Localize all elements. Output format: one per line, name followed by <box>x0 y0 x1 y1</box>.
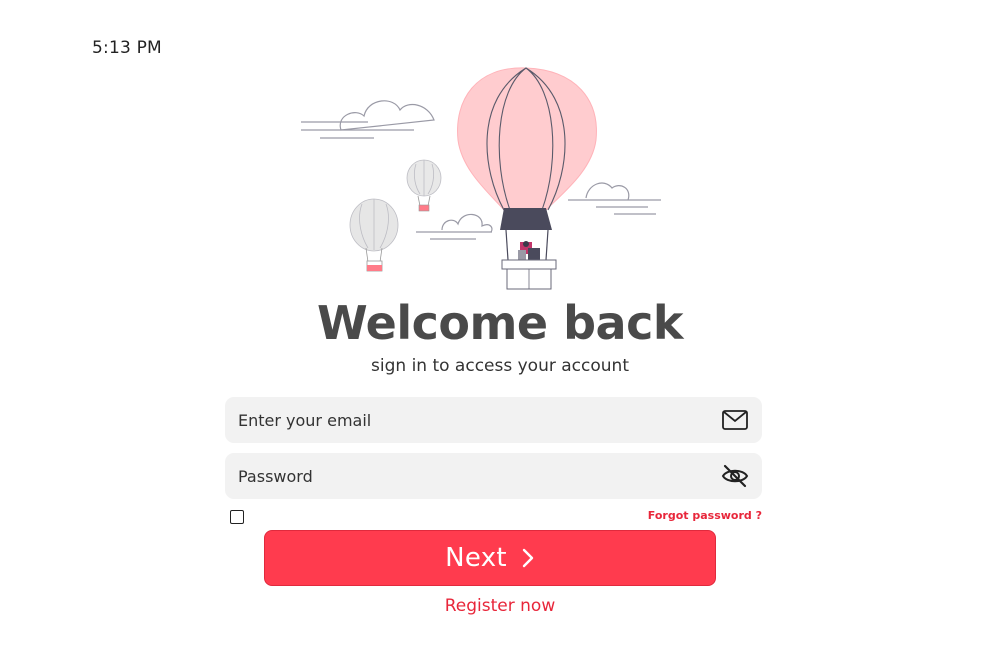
grey-balloon-left-icon <box>349 198 399 272</box>
page-subtitle: sign in to access your account <box>371 356 629 376</box>
eye-off-icon[interactable] <box>721 463 749 489</box>
hot-air-balloon-illustration <box>301 67 661 290</box>
page-title: Welcome back <box>317 296 683 350</box>
register-link-container: Register now <box>0 596 1000 616</box>
remember-checkbox[interactable] <box>230 510 244 524</box>
cloud-right-icon <box>568 182 661 215</box>
login-screen: 5:13 PM Welcome back sign in to access y… <box>0 0 1000 667</box>
cloud-small-icon <box>416 213 493 240</box>
password-input[interactable] <box>238 453 708 499</box>
forgot-password-link[interactable]: Forgot password ? <box>648 509 762 522</box>
email-field-container <box>225 397 762 443</box>
next-button[interactable]: Next <box>264 530 716 586</box>
next-button-label: Next <box>445 543 507 573</box>
main-balloon-icon <box>457 67 597 290</box>
password-field-container <box>225 453 762 499</box>
grey-balloon-small-icon <box>406 159 442 212</box>
cloud-left-icon <box>301 100 435 139</box>
status-bar-time: 5:13 PM <box>92 38 162 58</box>
email-input[interactable] <box>238 397 708 443</box>
mail-icon <box>721 407 749 433</box>
register-now-link[interactable]: Register now <box>445 596 555 616</box>
chevron-right-icon <box>521 547 535 569</box>
